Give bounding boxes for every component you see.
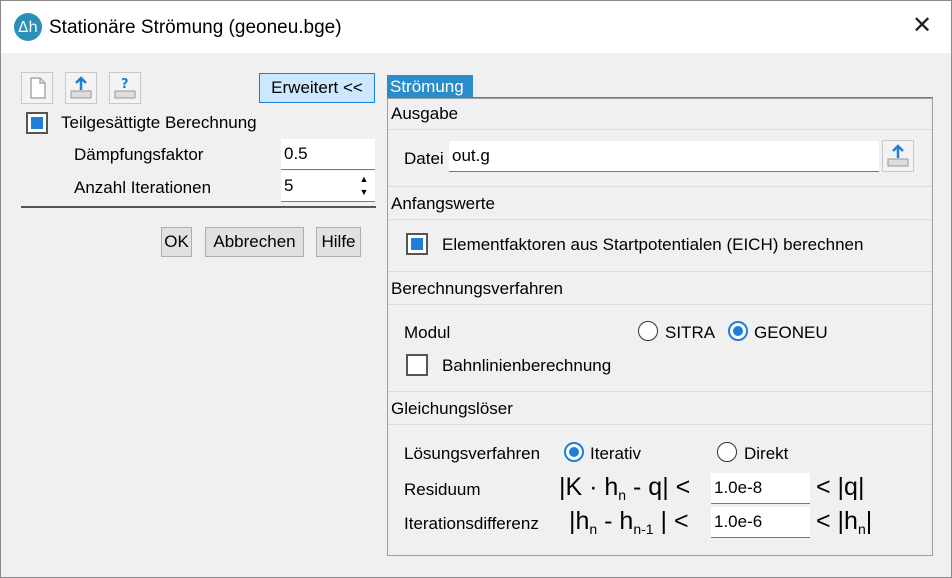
close-button[interactable]: ✕ — [907, 11, 937, 41]
section-separator — [388, 424, 932, 425]
section-separator — [388, 186, 932, 187]
iterations-stepper[interactable]: 5 ▲ ▼ — [281, 171, 375, 202]
svg-text:?: ? — [121, 77, 129, 92]
help-button[interactable]: Hilfe — [316, 227, 361, 257]
help-toolbar-button[interactable]: ? — [109, 72, 141, 104]
residual-formula: |K · hn - q| < — [559, 473, 691, 503]
direct-radio[interactable] — [717, 442, 737, 462]
solver-section-header: Gleichungslöser — [391, 399, 513, 418]
divider — [21, 206, 376, 208]
tab-stroemung[interactable]: Strömung — [387, 75, 473, 99]
iterdiff-formula: |hn - hn-1 | < — [569, 507, 689, 537]
damping-field[interactable]: 0.5 — [281, 139, 375, 170]
app-logo-icon: Δh — [14, 13, 42, 41]
eich-checkbox[interactable] — [406, 233, 428, 255]
module-label: Modul — [404, 323, 451, 342]
iterations-value: 5 — [284, 176, 294, 195]
direct-label: Direkt — [744, 444, 789, 463]
stepper-up-icon[interactable]: ▲ — [355, 173, 373, 185]
iterative-label: Iterativ — [590, 444, 642, 463]
partially-saturated-checkbox[interactable] — [26, 112, 48, 134]
file-label: Datei — [404, 149, 444, 168]
streamline-checkbox[interactable] — [406, 354, 428, 376]
geoneu-label: GEONEU — [754, 323, 828, 342]
residual-label: Residuum — [404, 480, 481, 499]
iterdiff-bound: < |hn| — [816, 507, 873, 537]
advanced-toggle-button[interactable]: Erweitert << — [259, 73, 375, 103]
help-icon: ? — [114, 77, 136, 99]
window-title: Stationäre Strömung (geoneu.bge) — [49, 17, 342, 38]
partially-saturated-label: Teilgesättigte Berechnung — [61, 113, 257, 132]
streamline-label: Bahnlinienberechnung — [442, 356, 612, 375]
sitra-label: SITRA — [665, 323, 716, 342]
section-separator — [388, 129, 932, 130]
iterdiff-label: Iterationsdifferenz — [404, 514, 539, 533]
iterdiff-field[interactable]: 1.0e-6 — [711, 507, 810, 538]
geoneu-radio[interactable] — [728, 321, 748, 341]
file-field[interactable]: out.g — [449, 141, 879, 172]
solver-method-label: Lösungsverfahren — [404, 444, 541, 463]
stepper-down-icon[interactable]: ▼ — [355, 186, 373, 198]
export-button[interactable] — [65, 72, 97, 104]
dialog-window: Δh Stationäre Strömung (geoneu.bge) ✕ ? … — [0, 0, 952, 578]
output-section-header: Ausgabe — [391, 104, 459, 123]
residual-field[interactable]: 1.0e-8 — [711, 473, 810, 504]
new-file-button[interactable] — [21, 72, 53, 104]
iterations-label: Anzahl Iterationen — [74, 178, 212, 197]
title-bar: Δh Stationäre Strömung (geoneu.bge) ✕ — [1, 1, 951, 53]
ok-button[interactable]: OK — [161, 227, 192, 257]
method-section-header: Berechnungsverfahren — [391, 279, 564, 298]
new-file-icon — [30, 77, 46, 99]
eich-label: Elementfaktoren aus Startpotentialen (EI… — [442, 235, 864, 254]
section-separator — [388, 304, 932, 305]
sitra-radio[interactable] — [638, 321, 658, 341]
section-separator — [388, 219, 932, 220]
section-separator — [388, 271, 932, 272]
initial-section-header: Anfangswerte — [391, 194, 495, 213]
export-icon — [887, 144, 909, 167]
export-icon — [70, 76, 92, 99]
iterative-radio[interactable] — [564, 442, 584, 462]
file-export-button[interactable] — [882, 140, 914, 172]
cancel-button[interactable]: Abbrechen — [205, 227, 304, 257]
section-separator — [388, 391, 932, 392]
residual-bound: < |q| — [816, 473, 865, 501]
damping-label: Dämpfungsfaktor — [74, 145, 204, 164]
